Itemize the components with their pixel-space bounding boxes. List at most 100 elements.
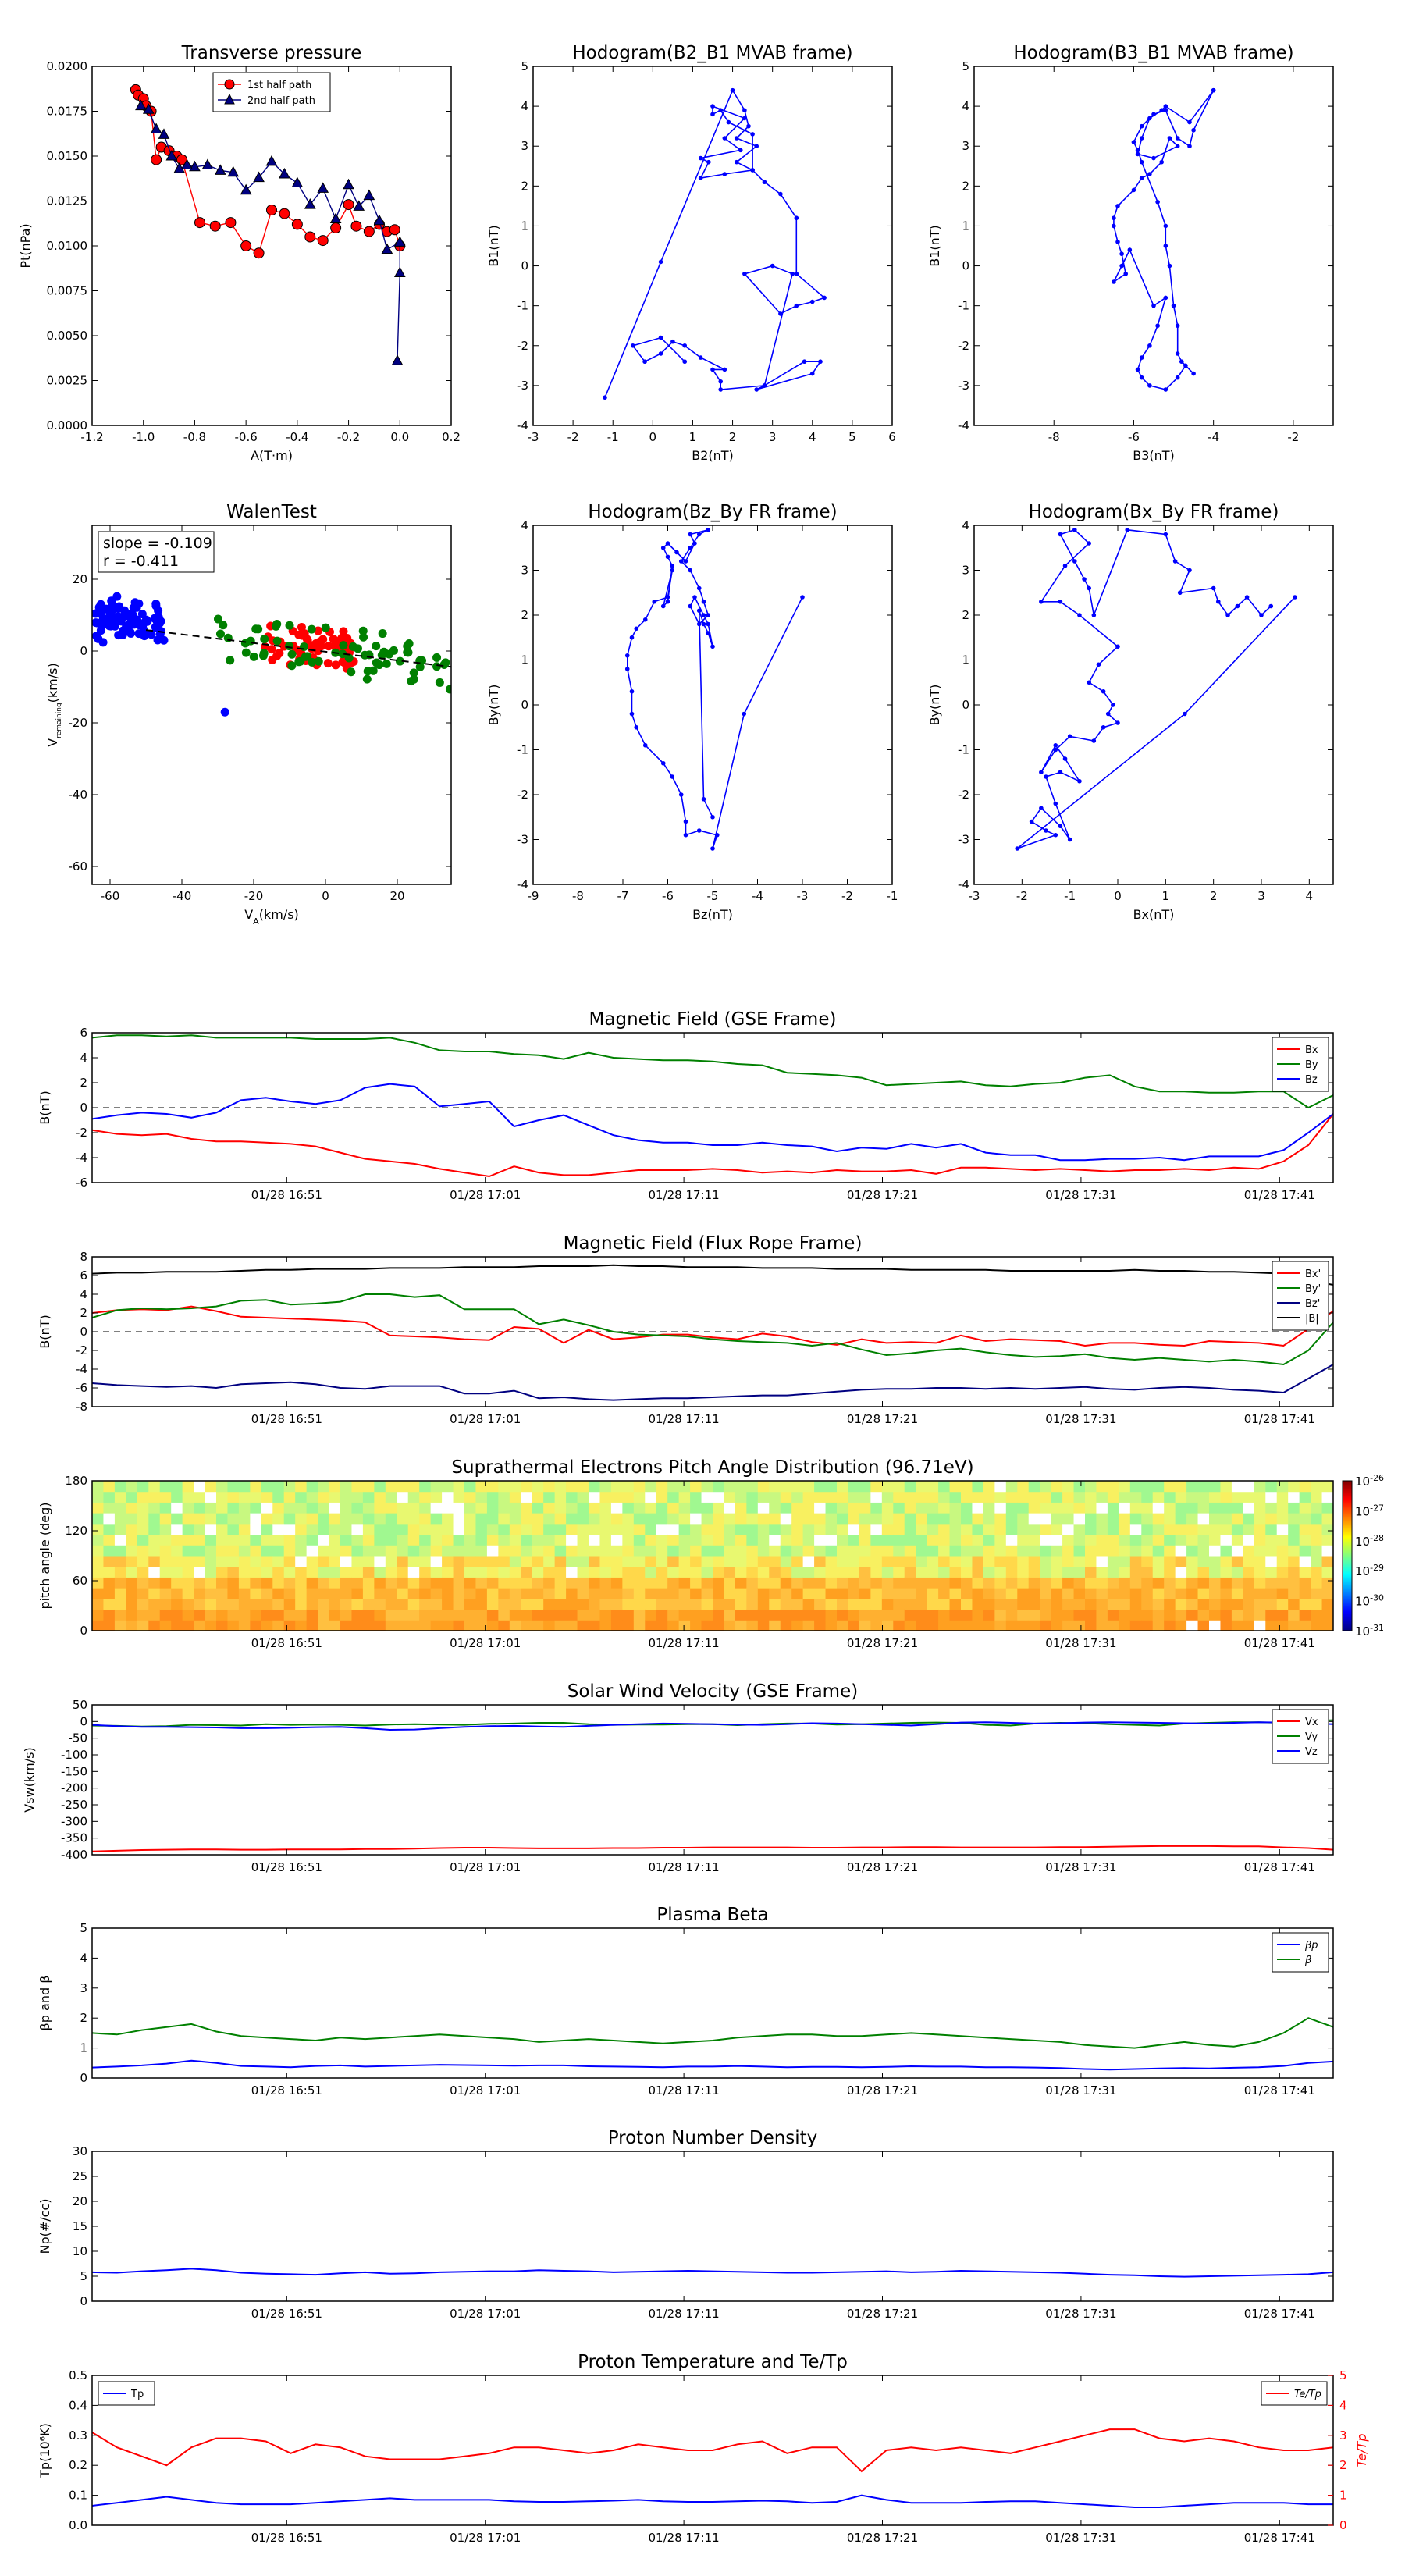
heatmap-cell	[904, 1566, 916, 1578]
heatmap-cell	[464, 1523, 476, 1535]
heatmap-cell	[171, 1588, 183, 1599]
panel-pad: Suprathermal Electrons Pitch Angle Distr…	[37, 1457, 1384, 1650]
heatmap-cell	[1276, 1502, 1289, 1514]
heatmap-cell	[385, 1577, 397, 1589]
heatmap-cell	[498, 1523, 510, 1535]
heatmap-cell	[1265, 1513, 1278, 1525]
heatmap-cell	[475, 1609, 488, 1621]
heatmap-cell	[103, 1620, 116, 1631]
heatmap-cell	[159, 1545, 172, 1557]
heatmap-cell	[938, 1598, 951, 1610]
heatmap-cell	[859, 1577, 871, 1589]
heatmap-cell	[724, 1502, 736, 1514]
heatmap-cell	[791, 1588, 804, 1599]
y-tick-label: -2	[958, 339, 969, 353]
y-tick-label: 20	[73, 2194, 87, 2208]
heatmap-cell	[137, 1598, 149, 1610]
heatmap-cell	[1051, 1609, 1063, 1621]
data-point	[629, 711, 635, 717]
scatter-point	[132, 615, 141, 624]
panel-h21: Hodogram(B2_B1 MVAB frame)-3 -2 -1 0 1 2 3 4 5 6-…	[486, 43, 896, 463]
heatmap-cell	[126, 1577, 138, 1589]
heatmap-cell	[1152, 1545, 1165, 1557]
heatmap-cell	[1062, 1534, 1075, 1546]
heatmap-cell	[238, 1481, 251, 1493]
scatter-point	[445, 685, 451, 694]
heatmap-cell	[983, 1620, 995, 1631]
heatmap-cell	[746, 1620, 759, 1631]
heatmap-cell	[114, 1577, 126, 1589]
heatmap-cell	[972, 1609, 984, 1621]
x-tick-label: 01/28 17:41	[1244, 1860, 1315, 1874]
y-tick-label: 1	[521, 653, 528, 667]
data-point	[750, 132, 755, 137]
heatmap-cell	[1017, 1534, 1030, 1546]
panel-h31: Hodogram(B3_B1 MVAB frame)-8 -6 -4 -2-4-3-2…	[927, 43, 1334, 463]
heatmap-cell	[329, 1577, 341, 1589]
scatter-point	[368, 666, 378, 675]
y-tick-label: 2	[521, 608, 528, 622]
data-point	[1096, 662, 1101, 667]
heatmap-cell	[137, 1620, 149, 1631]
heatmap-cell	[92, 1566, 104, 1578]
heatmap-cell	[961, 1491, 973, 1503]
heatmap-cell	[351, 1523, 364, 1535]
heatmap-cell	[1231, 1481, 1243, 1493]
y-tick-label: 4	[80, 1051, 87, 1065]
heatmap-cell	[633, 1609, 646, 1621]
heatmap-cell	[340, 1577, 352, 1589]
heatmap-cell	[543, 1513, 556, 1525]
scatter-point	[249, 652, 258, 661]
heatmap-cell	[1051, 1513, 1063, 1525]
y-tick-label: 0	[80, 644, 87, 658]
heatmap-cell	[419, 1577, 432, 1589]
heatmap-cell	[216, 1534, 228, 1546]
heatmap-cell	[306, 1598, 318, 1610]
heatmap-cell	[430, 1620, 443, 1631]
heatmap-cell	[610, 1481, 623, 1493]
heatmap-cell	[453, 1545, 465, 1557]
heatmap-cell	[1276, 1523, 1289, 1535]
heatmap-cell	[791, 1598, 804, 1610]
y-tick-label: 0.0175	[47, 105, 88, 119]
y-tick-label: 0.0075	[47, 284, 88, 298]
data-point	[698, 155, 703, 161]
heatmap-cell	[1152, 1481, 1165, 1493]
heatmap-cell	[769, 1502, 781, 1514]
y-tick-label: 3	[80, 1981, 87, 1995]
heatmap-cell	[521, 1609, 533, 1621]
heatmap-cell	[1107, 1609, 1119, 1621]
data-point	[194, 217, 205, 229]
heatmap-cell	[678, 1545, 691, 1557]
y-tick-label: 4	[80, 1287, 87, 1301]
heatmap-cell	[509, 1620, 521, 1631]
heatmap-cell	[1299, 1491, 1311, 1503]
heatmap-cell	[103, 1502, 116, 1514]
heatmap-cell	[1096, 1556, 1108, 1567]
heatmap-cell	[397, 1513, 409, 1525]
legend-label: β	[1304, 1955, 1311, 1966]
heatmap-cell	[1152, 1577, 1165, 1589]
heatmap-cell	[645, 1523, 657, 1535]
heatmap-cell	[994, 1620, 1007, 1631]
y-tick-label: -6	[76, 1176, 87, 1190]
heatmap-cell	[171, 1481, 183, 1493]
heatmap-cell	[972, 1481, 984, 1493]
heatmap-cell	[1321, 1598, 1334, 1610]
heatmap-cell	[1186, 1481, 1199, 1493]
heatmap-cell	[126, 1566, 138, 1578]
heatmap-cell	[1028, 1609, 1040, 1621]
heatmap-cell	[599, 1598, 612, 1610]
heatmap-cell	[757, 1566, 770, 1578]
heatmap-cell	[194, 1491, 206, 1503]
data-point	[624, 667, 630, 671]
heatmap-cell	[250, 1523, 262, 1535]
y-tick-label: -4	[76, 1362, 87, 1376]
heatmap-cell	[205, 1513, 217, 1525]
heatmap-cell	[633, 1502, 646, 1514]
heatmap-cell	[272, 1577, 285, 1589]
heatmap-cell	[554, 1523, 567, 1535]
heatmap-cell	[1175, 1609, 1187, 1621]
heatmap-cell	[318, 1523, 330, 1535]
heatmap-cell	[1051, 1545, 1063, 1557]
